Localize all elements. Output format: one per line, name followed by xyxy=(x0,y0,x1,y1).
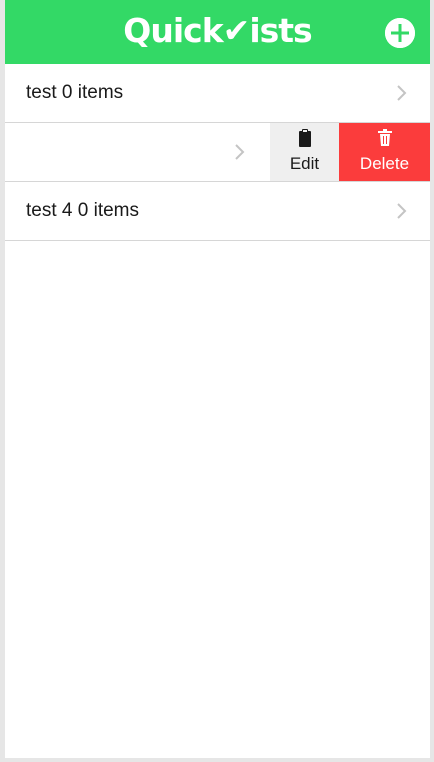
list-item[interactable]: test 4 0 items xyxy=(5,182,430,241)
app-title: Quick✔ists xyxy=(123,11,312,50)
edit-action-label: Edit xyxy=(289,154,320,173)
trash-icon xyxy=(339,129,430,147)
add-list-button[interactable] xyxy=(385,18,415,48)
lists-table: test 0 items Edit Delete test 4 0 items xyxy=(5,64,430,241)
chevron-right-icon xyxy=(397,85,407,101)
list-item-label: test 0 items xyxy=(26,82,124,103)
chevron-right-icon xyxy=(235,144,245,160)
delete-action-label: Delete xyxy=(359,154,410,173)
edit-action-button[interactable]: Edit xyxy=(270,123,339,181)
delete-action-button[interactable]: Delete xyxy=(339,123,430,181)
plus-circle-icon xyxy=(385,18,415,48)
navbar: Quick✔ists xyxy=(5,0,430,64)
list-item-label: test 4 0 items xyxy=(26,200,139,221)
list-item[interactable]: test 0 items xyxy=(5,64,430,123)
list-item-swiped[interactable]: Edit Delete xyxy=(5,123,430,182)
clipboard-icon xyxy=(270,129,339,147)
chevron-right-icon xyxy=(397,203,407,219)
